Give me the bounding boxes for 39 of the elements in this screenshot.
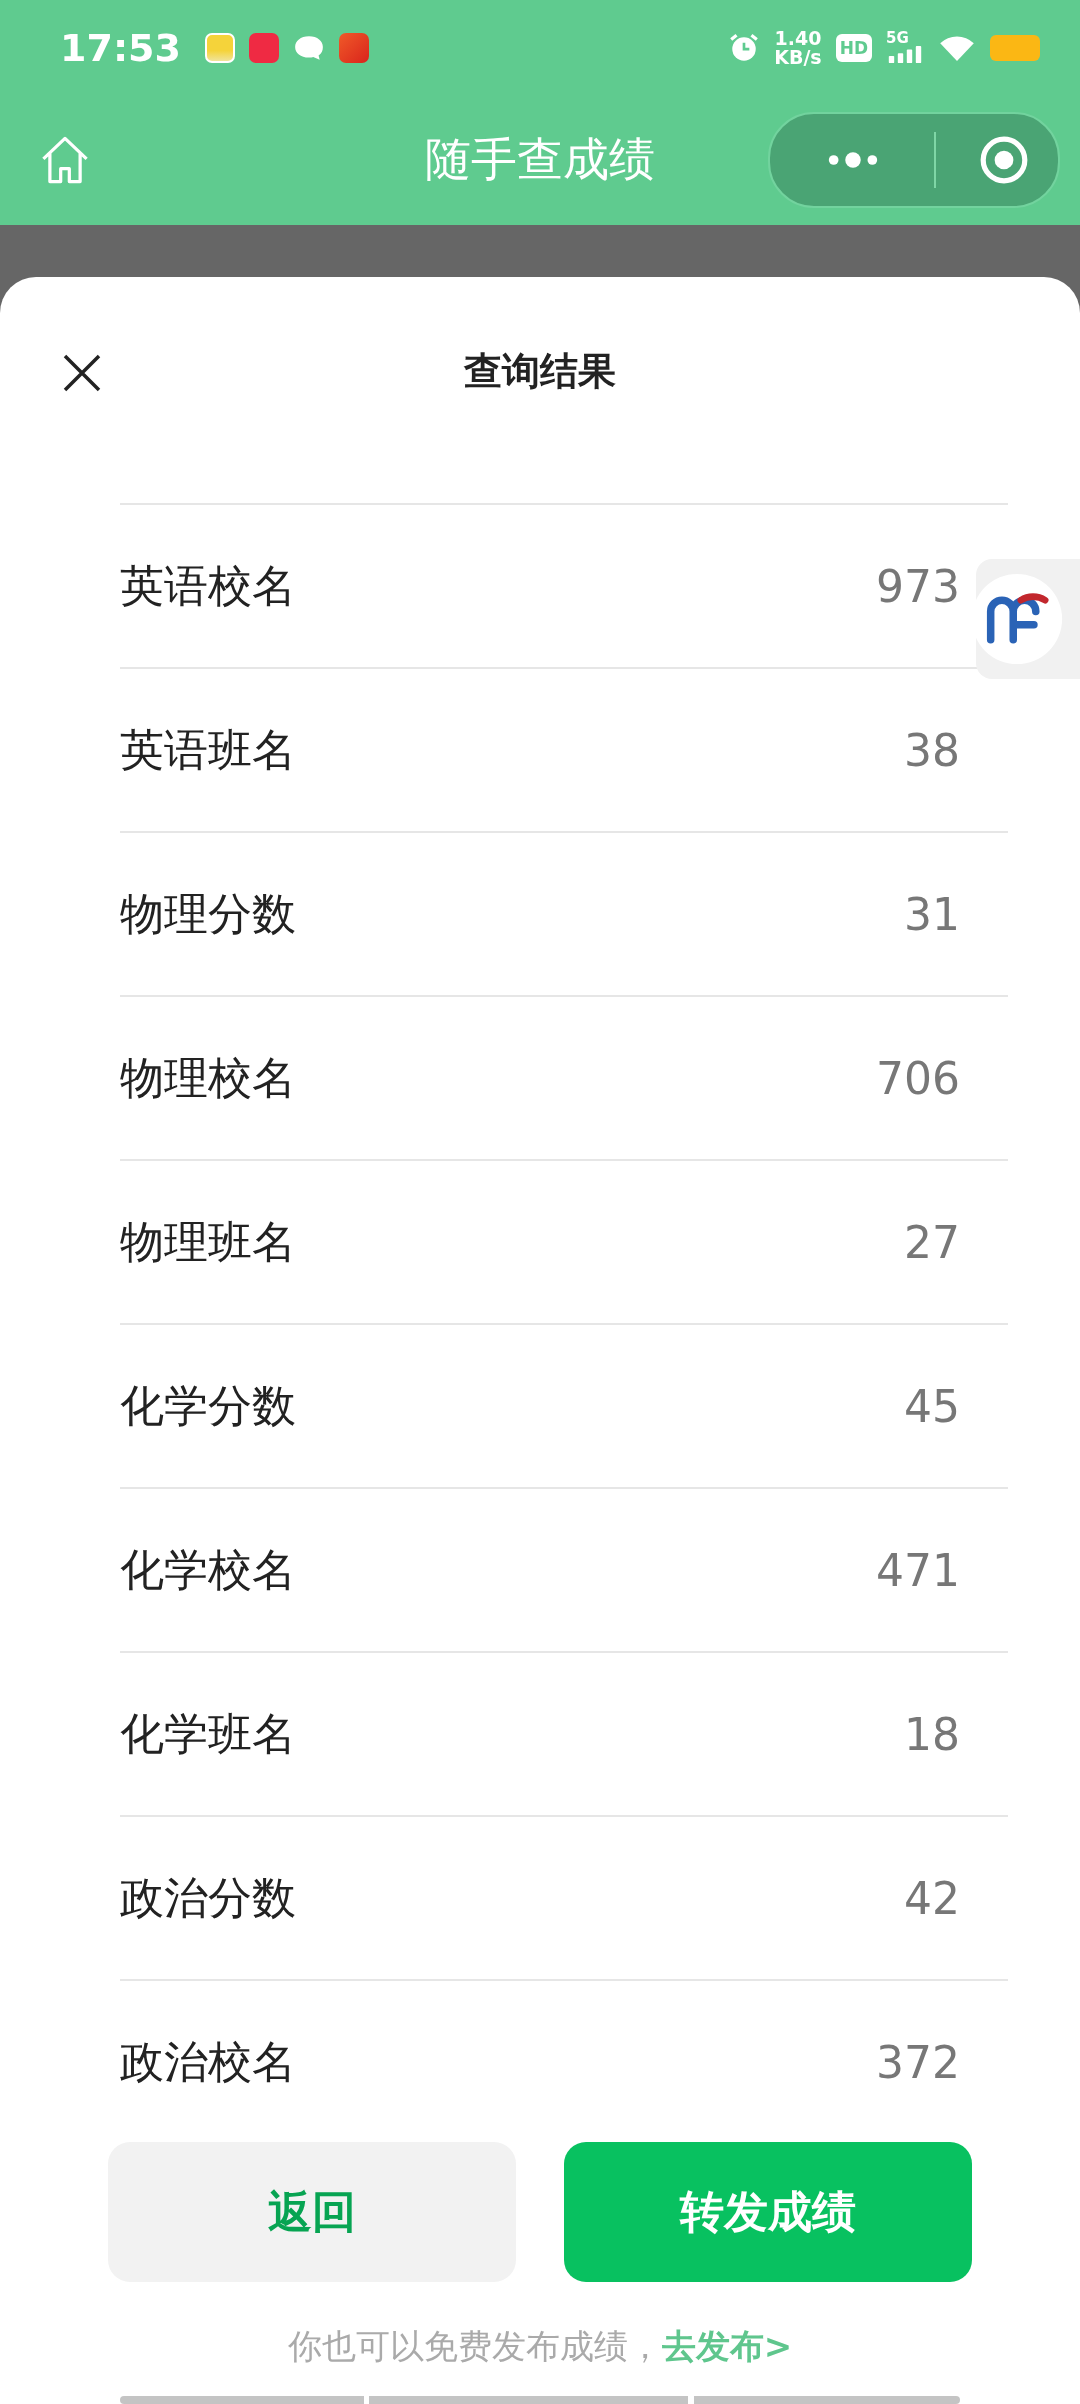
network-type: 5G (886, 31, 909, 46)
app-notification-icon (338, 32, 369, 63)
back-button[interactable]: 返回 (108, 2142, 516, 2282)
field-value: 706 (876, 1052, 960, 1104)
publish-link[interactable]: 去发布> (661, 2326, 793, 2366)
close-icon[interactable] (62, 353, 102, 393)
field-value: 973 (876, 560, 960, 612)
speed-unit: KB/s (774, 47, 822, 67)
field-label: 物理班名 (120, 1214, 296, 1269)
field-label: 英语校名 (120, 558, 296, 613)
field-value: 31 (904, 888, 960, 940)
field-label: 物理分数 (120, 886, 296, 941)
network-speed: 1.40 (774, 28, 822, 48)
field-label: 政治校名 (120, 2034, 296, 2089)
field-label: 物理校名 (120, 1050, 296, 1105)
field-value: 471 (876, 1544, 960, 1596)
chat-bubble-icon (292, 33, 325, 62)
status-time: 17:53 (60, 25, 181, 70)
field-label: 政治分数 (120, 1870, 296, 1925)
sheet-title: 查询结果 (464, 348, 616, 395)
app-notification-icon (204, 32, 235, 63)
battery-icon (990, 34, 1040, 61)
field-value: 38 (904, 724, 960, 776)
field-value: 18 (904, 1708, 960, 1760)
field-label: 英语班名 (120, 722, 296, 777)
field-label: 化学分数 (120, 1378, 296, 1433)
field-value: 45 (904, 1380, 960, 1432)
app-notification-icon (248, 32, 279, 63)
field-label: 化学班名 (120, 1706, 296, 1761)
hd-badge: HD (835, 33, 872, 62)
forward-button[interactable]: 转发成绩 (564, 2142, 972, 2282)
page-title: 随手查成绩 (425, 131, 655, 188)
field-value: 42 (904, 1872, 960, 1924)
field-value: 27 (904, 1216, 960, 1268)
signal-icon (886, 46, 924, 64)
alarm-clock-icon (728, 31, 761, 64)
footer-note: 你也可以免费发布成绩，去发布> (287, 2325, 793, 2368)
field-value: 372 (876, 2036, 960, 2088)
field-label: 化学校名 (120, 1542, 296, 1597)
